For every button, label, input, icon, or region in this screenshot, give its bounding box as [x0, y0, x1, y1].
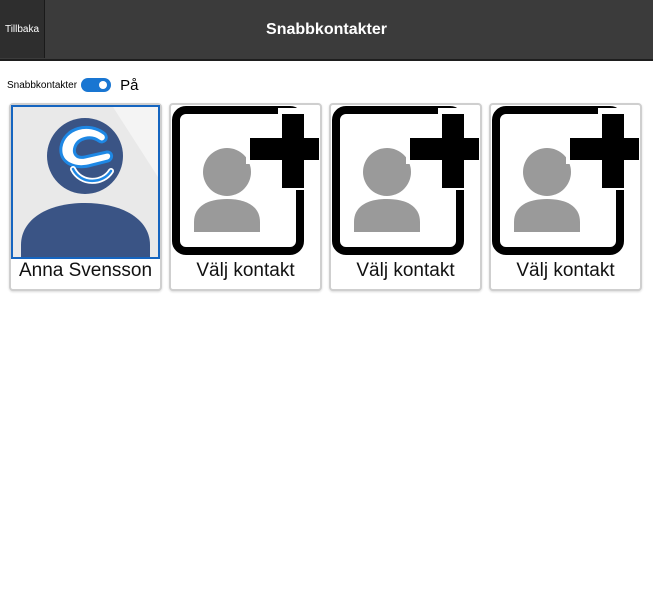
contact-card[interactable]: Anna Svensson — [9, 103, 162, 291]
add-contact-icon — [492, 106, 639, 257]
contact-name: Välj kontakt — [196, 260, 295, 281]
toggle-label: Snabbkontakter — [7, 79, 78, 91]
add-contact-icon — [332, 106, 479, 257]
quick-contacts-switch[interactable] — [81, 78, 112, 92]
contact-name: Anna Svensson — [18, 260, 153, 281]
contact-card[interactable]: Välj kontakt — [329, 103, 482, 291]
contact-card[interactable]: Välj kontakt — [489, 103, 642, 291]
page-title: Snabbkontakter — [266, 21, 387, 38]
contact-card[interactable]: Välj kontakt — [169, 103, 322, 291]
back-button[interactable]: Tillbaka — [0, 0, 45, 58]
switch-knob — [99, 81, 108, 89]
toggle-state-label: På — [120, 76, 139, 94]
contact-name: Välj kontakt — [516, 260, 615, 281]
contact-avatar — [11, 105, 160, 259]
avatar-image — [13, 107, 158, 257]
add-contact-icon — [172, 106, 319, 257]
top-bar: Tillbaka Snabbkontakter — [0, 0, 653, 61]
contact-name: Välj kontakt — [356, 260, 455, 281]
quick-contacts-toggle-row: Snabbkontakter På — [7, 75, 138, 95]
